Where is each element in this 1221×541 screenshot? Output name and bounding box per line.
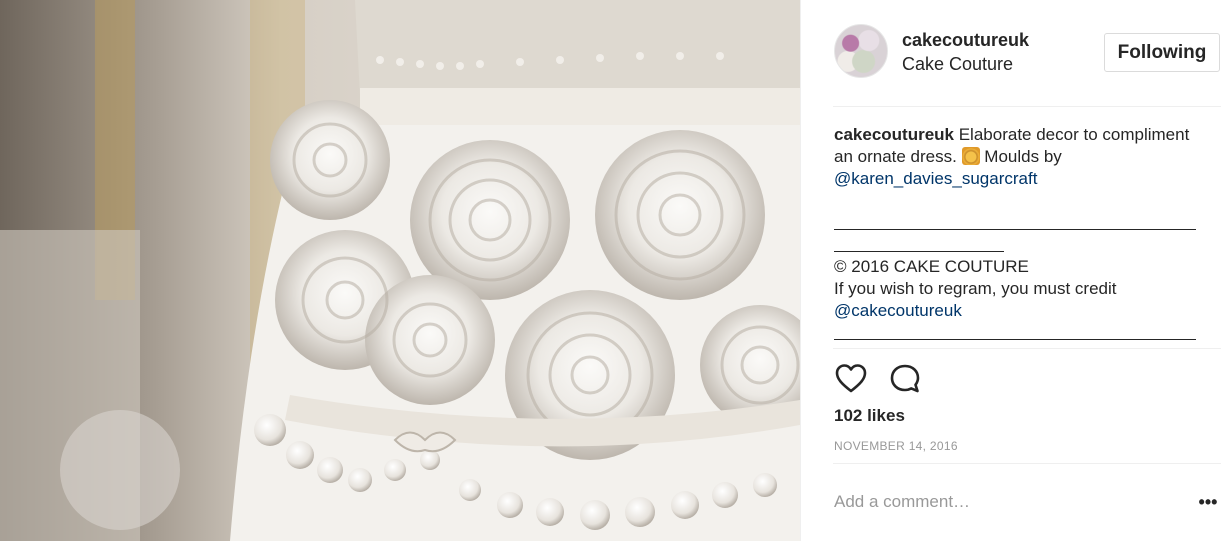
caption-rule-1	[834, 212, 1204, 234]
more-options-icon[interactable]: •••	[1196, 490, 1220, 514]
header-location[interactable]: Cake Couture	[902, 54, 1013, 75]
post-caption: cakecoutureuk Elaborate decor to complim…	[834, 124, 1204, 344]
caption-regram-note: If you wish to regram, you must credit	[834, 279, 1117, 298]
comment-bubble-icon[interactable]	[888, 362, 922, 396]
post-date[interactable]: NOVEMBER 14, 2016	[834, 439, 958, 453]
heart-icon[interactable]	[834, 362, 868, 396]
avatar[interactable]	[834, 24, 888, 78]
caption-divider	[833, 348, 1221, 349]
caption-rule-3	[834, 322, 1204, 344]
post-photo[interactable]	[0, 0, 800, 541]
bride-emoji-icon	[961, 147, 980, 165]
caption-credit-link[interactable]: @cakecoutureuk	[834, 300, 1204, 322]
post-side-panel: cakecoutureuk Cake Couture Following cak…	[800, 0, 1221, 541]
caption-rule-2	[834, 234, 1204, 256]
following-button[interactable]: Following	[1104, 33, 1220, 72]
header-username-link[interactable]: cakecoutureuk	[902, 30, 1029, 51]
cake-illustration	[0, 0, 800, 541]
caption-copyright: © 2016 CAKE COUTURE	[834, 257, 1029, 276]
likes-count[interactable]: 102 likes	[834, 406, 905, 426]
actions-divider	[833, 463, 1221, 464]
post-actions	[834, 362, 954, 396]
add-comment-input[interactable]	[834, 488, 1174, 516]
caption-text-2: Moulds by	[979, 147, 1062, 166]
post-header: cakecoutureuk Cake Couture Following	[801, 0, 1221, 106]
header-divider	[833, 106, 1221, 107]
caption-mention-link[interactable]: @karen_davies_sugarcraft	[834, 169, 1037, 188]
caption-username-link[interactable]: cakecoutureuk	[834, 125, 954, 144]
